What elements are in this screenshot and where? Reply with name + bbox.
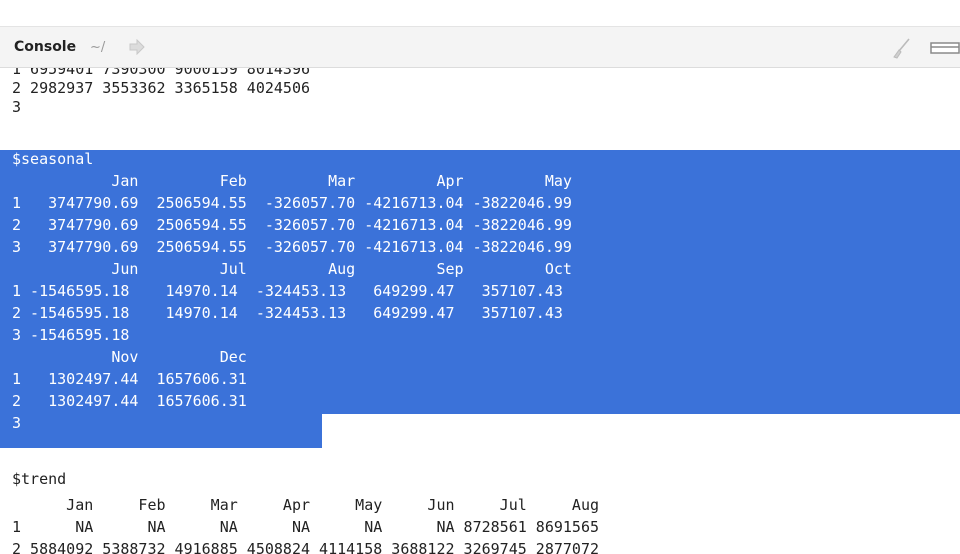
console-output[interactable]: 1 6959401 7390300 9000159 8014396 2 2982… (0, 68, 960, 554)
console-line: Nov Dec (12, 348, 247, 366)
console-line: 1 1302497.44 1657606.31 (12, 370, 247, 388)
console-line: $trend (12, 470, 67, 488)
console-line: 3 (12, 414, 22, 432)
console-line: 1 NA NA NA NA NA NA 8728561 8691565 (12, 518, 599, 536)
maximize-icon[interactable] (930, 41, 960, 55)
console-line: $seasonal (12, 150, 94, 168)
console-line: Jan Feb Mar Apr May Jun Jul Aug (12, 496, 599, 514)
console-line: 2 1302497.44 1657606.31 (12, 392, 247, 410)
console-line: 1 -1546595.18 14970.14 -324453.13 649299… (12, 282, 563, 300)
selection-highlight-tail (0, 414, 322, 448)
console-line: 3 3747790.69 2506594.55 -326057.70 -4216… (12, 238, 572, 256)
window-top-strip (0, 0, 960, 27)
console-line: 2 2982937 3553362 3365158 4024506 (12, 79, 311, 97)
console-line: Jan Feb Mar Apr May (12, 172, 572, 190)
console-line: 3 -1546595.18 (12, 326, 130, 344)
console-tab-title[interactable]: Console (14, 39, 76, 55)
console-line: 1 3747790.69 2506594.55 -326057.70 -4216… (12, 194, 572, 212)
console-line: Jun Jul Aug Sep Oct (12, 260, 572, 278)
arrow-right-icon[interactable] (128, 39, 146, 55)
console-line: 2 5884092 5388732 4916885 4508824 411415… (12, 540, 599, 554)
broom-icon[interactable] (890, 37, 912, 59)
console-header: Console ~/ (0, 27, 960, 68)
console-line: 1 6959401 7390300 9000159 8014396 (12, 68, 311, 78)
console-line: 2 3747790.69 2506594.55 -326057.70 -4216… (12, 216, 572, 234)
console-line: 3 (12, 98, 22, 116)
console-line: 2 -1546595.18 14970.14 -324453.13 649299… (12, 304, 563, 322)
working-directory-path: ~/ (90, 40, 106, 55)
